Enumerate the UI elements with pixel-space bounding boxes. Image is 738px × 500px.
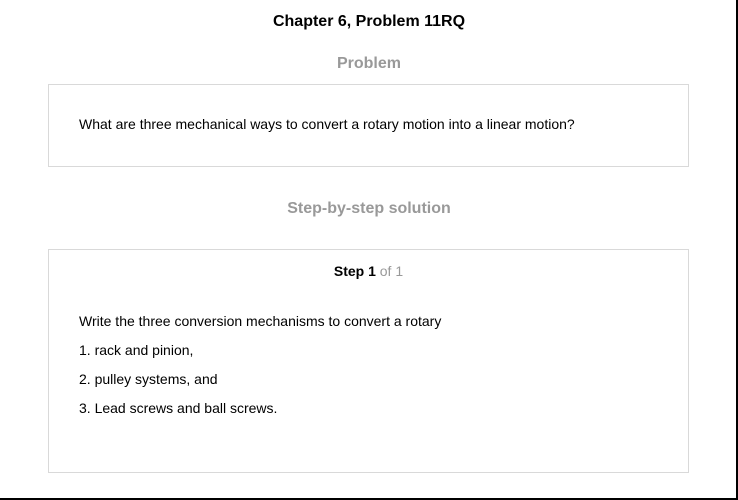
step-item-1: 1. rack and pinion,	[79, 342, 194, 358]
step-item-2: 2. pulley systems, and	[79, 371, 218, 387]
step-body: Write the three conversion mechanisms to…	[79, 312, 659, 428]
solution-box: Step 1 of 1 Write the three conversion m…	[48, 249, 689, 473]
step-intro: Write the three conversion mechanisms to…	[79, 313, 442, 329]
step-label: Step 1	[333, 263, 376, 279]
solution-heading: Step-by-step solution	[287, 200, 451, 217]
step-header: Step 1 of 1	[49, 262, 688, 280]
problem-text: What are three mechanical ways to conver…	[79, 116, 575, 132]
problem-heading: Problem	[336, 55, 401, 72]
step-count: of 1	[375, 263, 404, 279]
step-item-3: 3. Lead screws and ball screws.	[79, 400, 278, 416]
problem-box: What are three mechanical ways to conver…	[48, 84, 689, 167]
page-title: Chapter 6, Problem 11RQ	[272, 13, 466, 30]
